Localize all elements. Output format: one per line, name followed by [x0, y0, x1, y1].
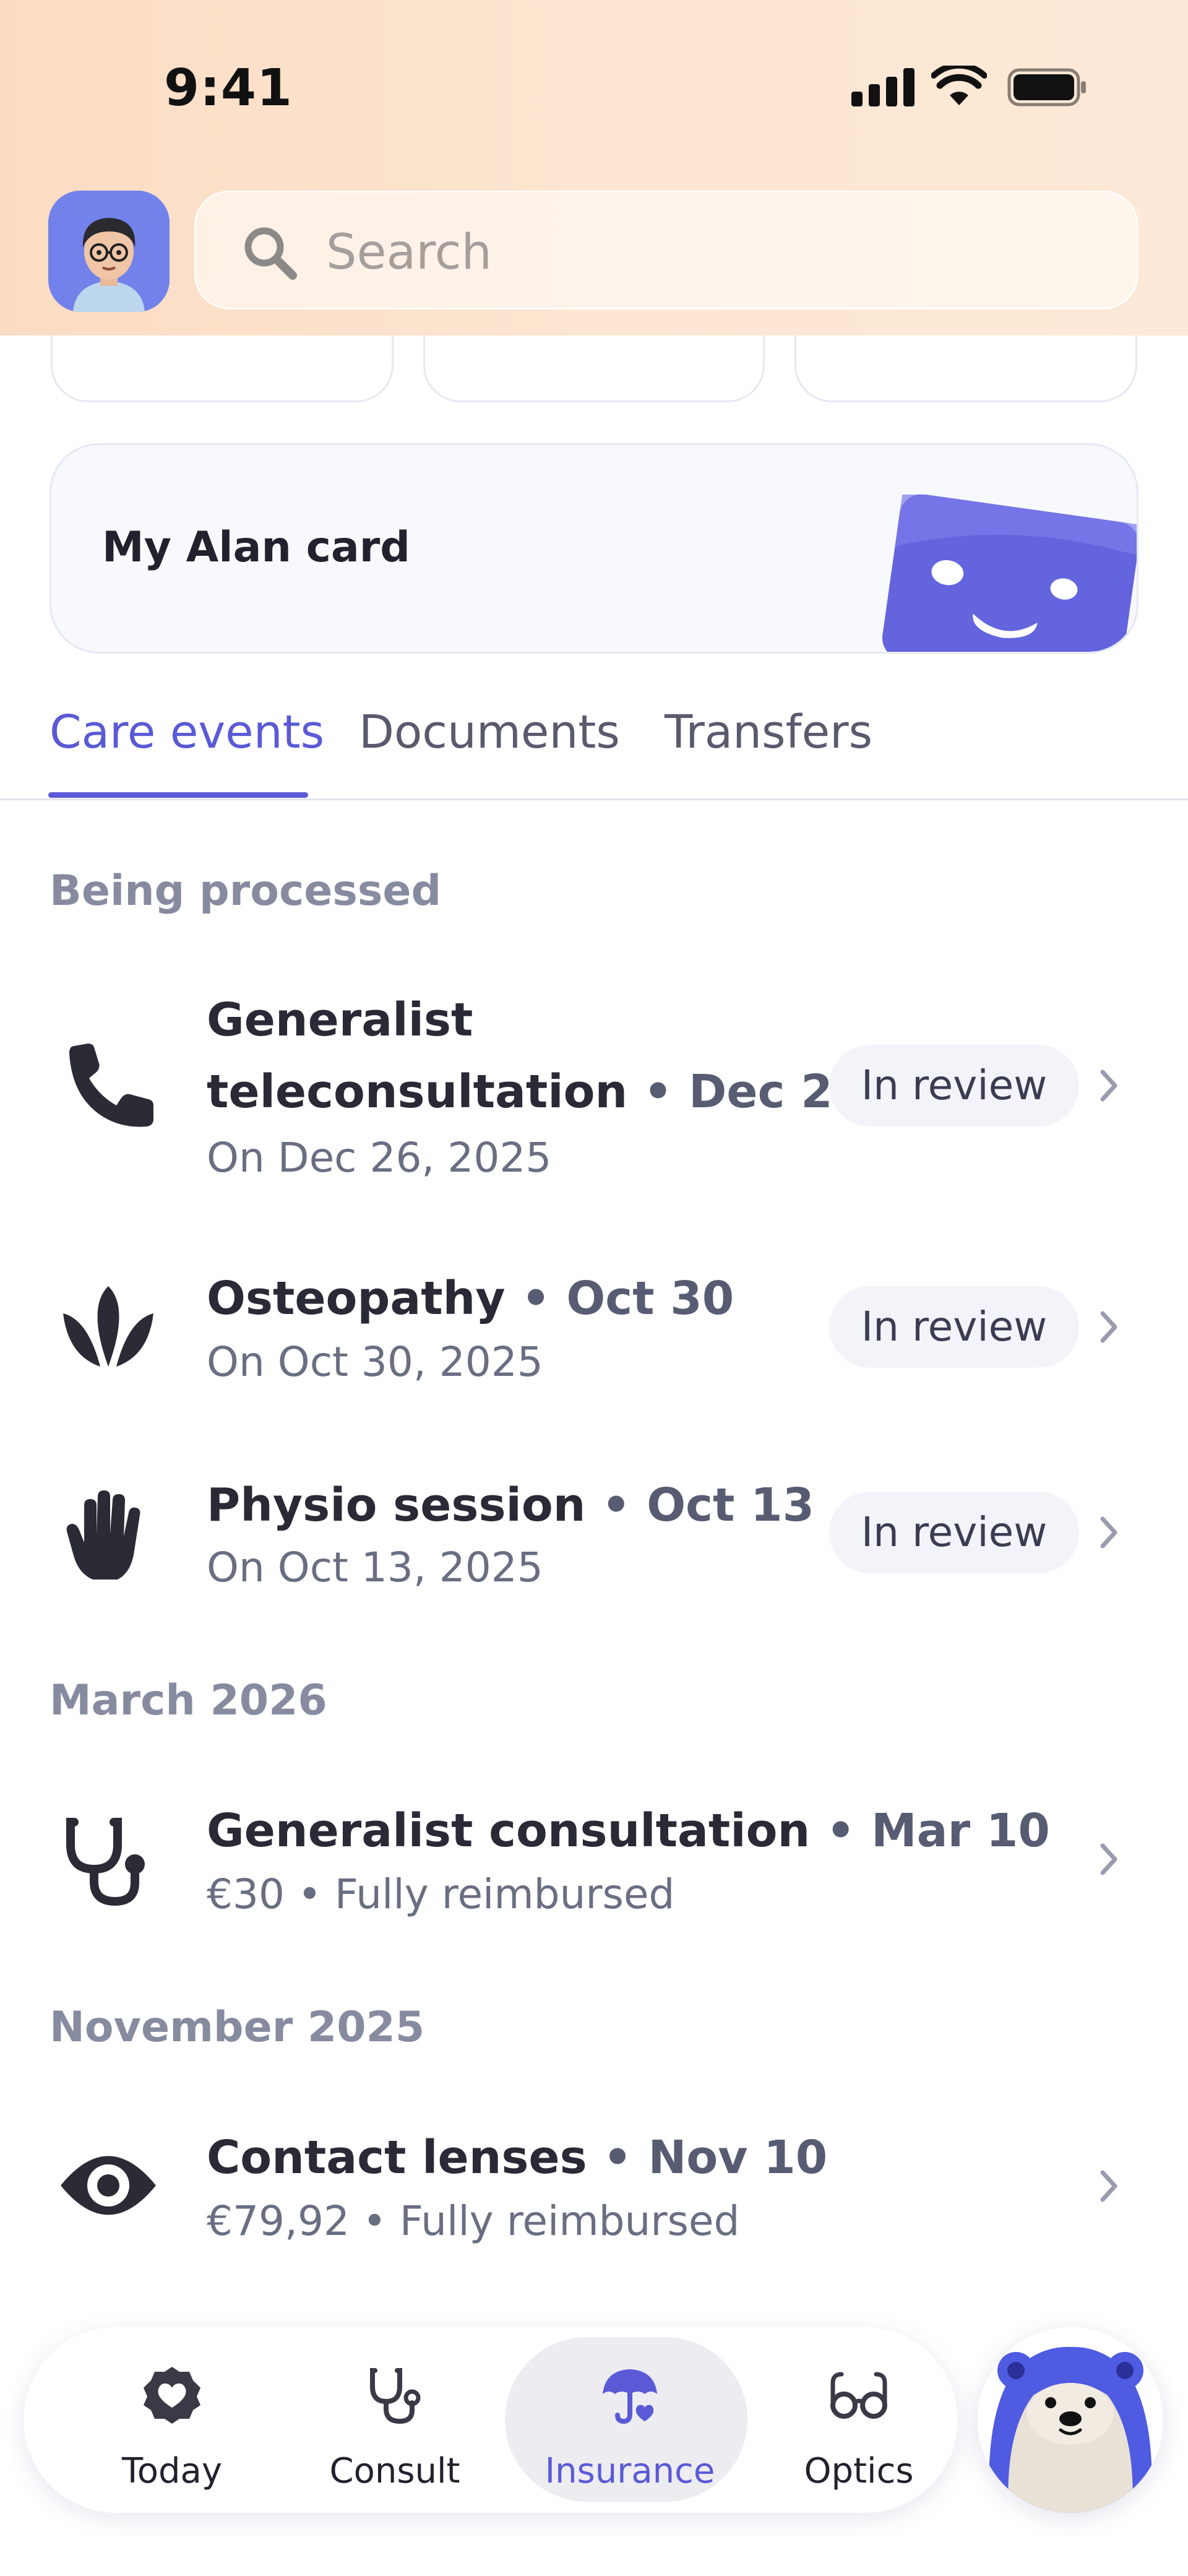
care-event-date: Oct 30 — [566, 1272, 734, 1325]
care-event-subtitle: €79,92 • Fully reimbursed — [207, 2197, 740, 2245]
search-placeholder: Search — [326, 225, 492, 280]
care-event-title: Contact lenses • Nov 10 — [207, 2131, 828, 2184]
active-tab-indicator — [48, 792, 308, 798]
divider — [0, 798, 1188, 800]
care-event-title: Physio session • Oct 13 — [207, 1479, 815, 1532]
nav-label: Insurance — [544, 2451, 715, 2491]
phone-icon — [69, 1044, 153, 1127]
chevron-right-icon — [1100, 1311, 1117, 1343]
nav-consult[interactable]: Consult — [277, 2327, 512, 2513]
care-event-title-line1: Generalist — [207, 993, 473, 1047]
search-icon — [244, 227, 297, 280]
assistant-bear-button[interactable] — [978, 2327, 1163, 2513]
wifi-icon — [931, 66, 987, 105]
care-event-title-line2: teleconsultation • Dec 26 — [207, 1065, 865, 1118]
care-event-subtitle: On Oct 30, 2025 — [207, 1338, 543, 1386]
stethoscope-icon — [370, 2368, 421, 2424]
care-event-title: Generalist consultation • Mar 10 — [207, 1804, 1050, 1857]
nav-insurance[interactable]: Insurance — [505, 2327, 747, 2513]
bear-mascot-icon — [978, 2327, 1163, 2513]
care-event-title: Osteopathy • Oct 30 — [207, 1272, 734, 1325]
chevron-right-icon — [1100, 1843, 1117, 1875]
alan-card-title: My Alan card — [102, 523, 410, 572]
shortcut-tile[interactable] — [51, 335, 394, 402]
section-title: March 2026 — [50, 1676, 327, 1725]
care-event-subtitle: On Dec 26, 2025 — [207, 1134, 552, 1182]
heart-badge-icon — [144, 2367, 200, 2424]
alan-card-illustration — [882, 495, 1137, 652]
chevron-right-icon — [1100, 1070, 1117, 1102]
tab-transfers[interactable]: Transfers — [665, 706, 872, 759]
section-title: November 2025 — [50, 2003, 425, 2052]
bottom-navigation: Today Consult Insurance Optics — [24, 2327, 958, 2513]
nav-today[interactable]: Today — [54, 2327, 290, 2513]
section-title: Being processed — [50, 867, 442, 915]
status-badge: In review — [829, 1045, 1079, 1126]
care-event-subtitle: €30 • Fully reimbursed — [207, 1870, 675, 1918]
avatar[interactable] — [48, 191, 170, 312]
status-badge: In review — [829, 1492, 1079, 1573]
nav-optics[interactable]: Optics — [741, 2327, 976, 2513]
cellular-signal-icon — [851, 68, 915, 106]
care-event-date: Mar 10 — [871, 1804, 1050, 1857]
shortcut-tile[interactable] — [794, 335, 1137, 402]
lotus-icon — [63, 1286, 153, 1367]
status-badge: In review — [829, 1286, 1079, 1368]
care-event-date: Oct 13 — [647, 1479, 815, 1532]
status-time: 9:41 — [164, 59, 293, 118]
glasses-icon — [830, 2372, 887, 2419]
alan-card[interactable]: My Alan card — [50, 443, 1138, 654]
eye-icon — [61, 2156, 156, 2215]
nav-label: Optics — [804, 2451, 914, 2491]
nav-label: Today — [122, 2451, 222, 2491]
hand-icon — [66, 1490, 140, 1580]
tab-care-events[interactable]: Care events — [50, 706, 324, 759]
umbrella-heart-icon — [603, 2369, 657, 2424]
stethoscope-icon — [66, 1818, 145, 1906]
chevron-right-icon — [1100, 1516, 1117, 1549]
care-event-subtitle: On Oct 13, 2025 — [207, 1544, 543, 1591]
battery-icon — [1007, 68, 1086, 106]
nav-label: Consult — [329, 2451, 460, 2491]
avatar-illustration — [48, 191, 170, 312]
shortcut-tile[interactable] — [423, 335, 765, 402]
search-input[interactable]: Search — [194, 191, 1138, 309]
care-event-date: Nov 10 — [648, 2131, 828, 2184]
chevron-right-icon — [1100, 2170, 1117, 2202]
tab-documents[interactable]: Documents — [359, 706, 620, 759]
